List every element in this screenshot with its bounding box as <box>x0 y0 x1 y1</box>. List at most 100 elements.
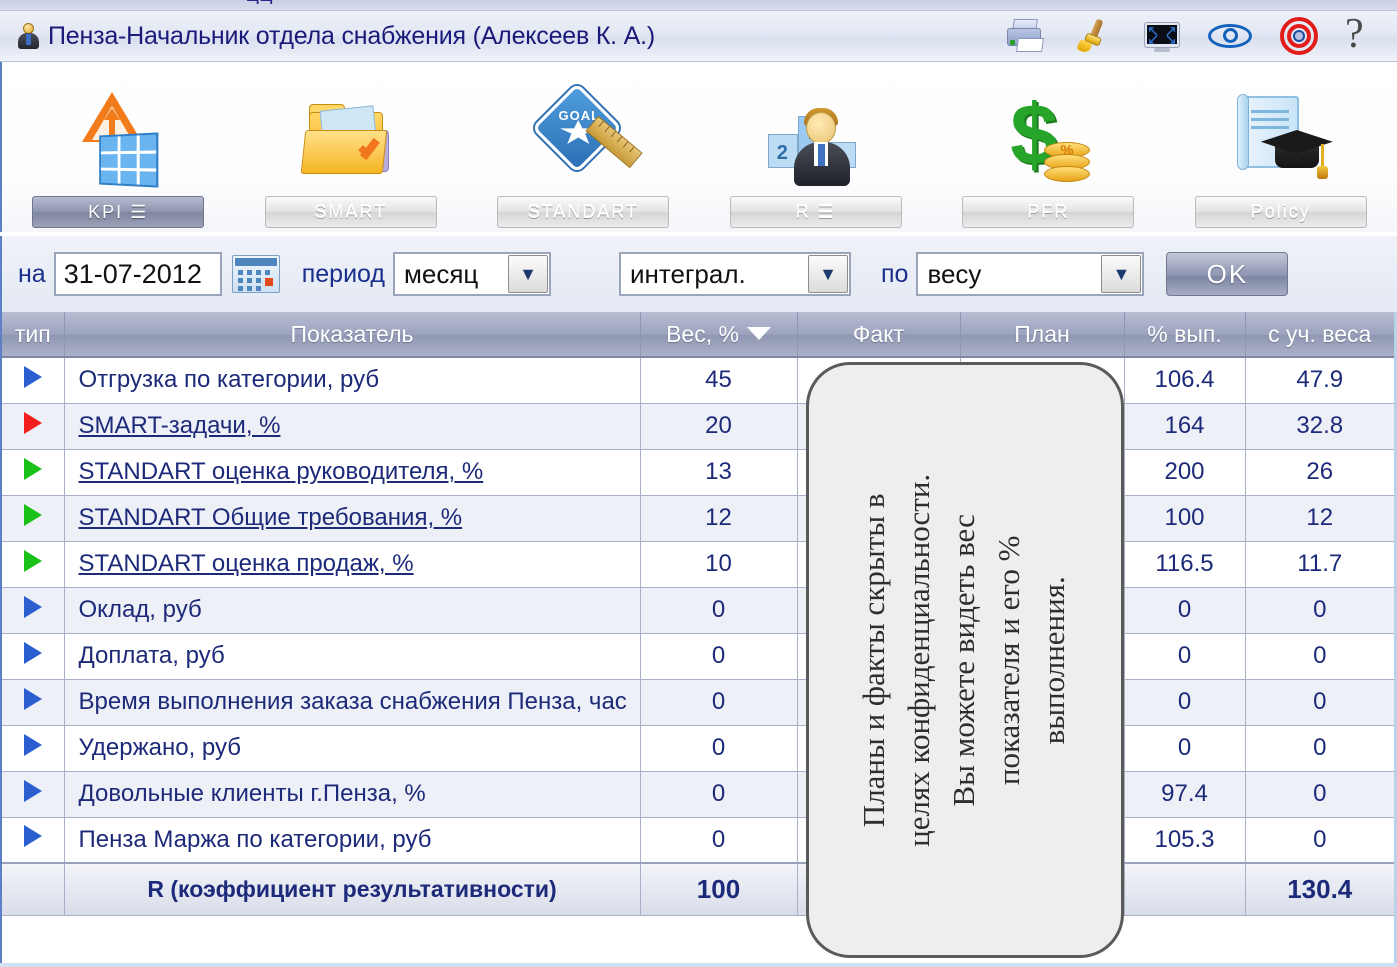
col-header-weight[interactable]: Вес, % <box>640 312 798 358</box>
nav-item-smart[interactable]: SMART <box>235 62 468 232</box>
table-row[interactable]: Довольные клиенты г.Пенза, % 0 97.4 0 <box>2 771 1394 818</box>
nav-button-standart-label[interactable]: STANDART <box>497 196 670 228</box>
sort-desc-icon <box>746 326 771 340</box>
col-header-weight-label: Вес, % <box>666 320 739 347</box>
eye-icon[interactable] <box>1207 16 1255 56</box>
nav-item-kpi[interactable]: KPI ☰ <box>2 62 235 232</box>
row-weighted: 47.9 <box>1245 357 1394 404</box>
row-indicator-name[interactable]: SMART-задачи, % <box>64 403 641 450</box>
table-row[interactable]: Отгрузка по категории, руб 45 106.4 47.9 <box>2 357 1394 404</box>
filter-bar: на 31-07-2012 период месяц ▼ интеграл. ▼… <box>0 236 1397 312</box>
row-type-marker[interactable] <box>2 679 65 726</box>
row-indicator-name[interactable]: STANDART оценка руководителя, % <box>64 449 641 496</box>
table-row[interactable]: Доплата, руб 0 0 0 <box>2 633 1394 680</box>
calendar-icon[interactable] <box>231 255 280 293</box>
title-bar-toolbar: ↖ ↗ ↙ ↘ ? <box>1003 13 1397 56</box>
row-indicator-name[interactable]: STANDART Общие требования, % <box>64 495 641 542</box>
row-weighted: 0 <box>1245 725 1394 772</box>
triangle-green-icon <box>23 503 42 526</box>
row-type-marker[interactable] <box>2 633 65 680</box>
row-weighted: 0 <box>1245 817 1394 864</box>
col-header-fact[interactable]: Факт <box>797 312 961 358</box>
table-header-row: тип Показатель Вес, % Факт План % вып. с… <box>2 312 1394 358</box>
fullscreen-icon[interactable]: ↖ ↗ ↙ ↘ <box>1139 16 1185 56</box>
chevron-down-icon[interactable]: ▼ <box>807 255 848 293</box>
period-select[interactable]: месяц ▼ <box>392 252 551 296</box>
table-row[interactable]: Время выполнения заказа снабжения Пенза,… <box>2 679 1394 726</box>
kpi-table: тип Показатель Вес, % Факт План % вып. с… <box>2 312 1394 916</box>
row-weight: 0 <box>640 679 798 726</box>
row-weight: 45 <box>640 357 798 404</box>
row-type-marker[interactable] <box>2 587 65 634</box>
row-weight: 0 <box>640 817 798 864</box>
print-icon[interactable] <box>1003 16 1049 56</box>
row-weight: 13 <box>640 449 798 496</box>
row-type-marker[interactable] <box>2 725 65 772</box>
clipped-top-strip: щщ <box>0 0 1397 10</box>
row-type-marker[interactable] <box>2 541 65 588</box>
chevron-down-icon[interactable]: ▼ <box>507 255 548 293</box>
row-type-marker[interactable] <box>2 495 65 542</box>
col-header-pct[interactable]: % вып. <box>1124 312 1246 358</box>
nav-button-smart-label[interactable]: SMART <box>264 196 437 228</box>
row-type-marker[interactable] <box>2 771 65 818</box>
brush-icon[interactable] <box>1071 16 1117 56</box>
row-indicator-name: Удержано, руб <box>64 725 641 772</box>
period-select-value: месяц <box>403 258 479 289</box>
aggregation-select[interactable]: интеграл. ▼ <box>618 252 851 296</box>
by-label: по <box>880 259 909 288</box>
sort-by-select[interactable]: весу ▼ <box>916 252 1145 296</box>
table-body: Отгрузка по категории, руб 45 106.4 47.9 SMA… <box>2 357 1394 916</box>
table-row[interactable]: STANDART оценка руководителя, % 13 200 26 <box>2 449 1394 496</box>
col-header-plan[interactable]: План <box>960 312 1125 358</box>
triangle-blue-icon <box>23 365 42 388</box>
col-header-type[interactable]: тип <box>2 312 65 358</box>
date-input[interactable]: 31-07-2012 <box>53 252 222 296</box>
row-weighted: 12 <box>1245 495 1394 542</box>
row-indicator-name[interactable]: STANDART оценка продаж, % <box>64 541 641 588</box>
triangle-blue-icon <box>23 641 42 664</box>
ok-button[interactable]: OK <box>1166 252 1289 296</box>
row-type-marker[interactable] <box>2 357 65 404</box>
row-weight: 0 <box>640 725 798 772</box>
nav-button-pfr-label[interactable]: PFR <box>962 196 1135 228</box>
scroll-graduation-cap-icon <box>1221 86 1341 194</box>
footer-pct <box>1124 862 1246 916</box>
row-pct: 105.3 <box>1124 817 1246 864</box>
table-row[interactable]: STANDART Общие требования, % 12 100 12 <box>2 495 1394 542</box>
triangle-blue-icon <box>23 733 42 756</box>
date-label: на <box>18 259 46 288</box>
chevron-down-icon[interactable]: ▼ <box>1101 255 1142 293</box>
nav-button-policy-label[interactable]: Policy <box>1194 196 1367 228</box>
table-footer-row: R (коэффициент результативности) 100 130.4 <box>2 862 1394 916</box>
table-row[interactable]: Пенза Маржа по категории, руб 0 105.3 0 <box>2 817 1394 864</box>
nav-button-kpi-label[interactable]: KPI ☰ <box>32 196 205 228</box>
row-type-marker[interactable] <box>2 817 65 864</box>
row-weighted: 32.8 <box>1245 403 1394 450</box>
nav-item-r[interactable]: 2 1 R ☰ <box>700 62 933 232</box>
nav-button-r-label[interactable]: R ☰ <box>729 196 902 228</box>
table-row[interactable]: STANDART оценка продаж, % 10 116.5 11.7 <box>2 541 1394 588</box>
help-icon[interactable]: ? <box>1345 13 1375 56</box>
row-pct: 97.4 <box>1124 771 1246 818</box>
row-pct: 0 <box>1124 633 1246 680</box>
title-bar: Пенза-Начальник отдела снабжения (Алексе… <box>0 10 1397 62</box>
target-icon[interactable] <box>1277 16 1323 56</box>
table-row[interactable]: SMART-задачи, % 20 164 32.8 <box>2 403 1394 450</box>
row-pct: 0 <box>1124 587 1246 634</box>
col-header-weighted[interactable]: с уч. веса <box>1245 312 1394 358</box>
row-type-marker[interactable] <box>2 403 65 450</box>
table-row[interactable]: Удержано, руб 0 0 0 <box>2 725 1394 772</box>
nav-item-pfr[interactable]: $ % PFR <box>932 62 1165 232</box>
row-pct: 100 <box>1124 495 1246 542</box>
row-indicator-name: Оклад, руб <box>64 587 641 634</box>
row-weight: 0 <box>640 633 798 680</box>
row-pct: 0 <box>1124 725 1246 772</box>
confidentiality-callout-text: Планы и факты скрыты в целях конфиденциал… <box>856 473 1072 847</box>
nav-item-standart[interactable]: GOAL STANDART <box>467 62 700 232</box>
triangle-blue-icon <box>23 825 42 848</box>
nav-item-policy[interactable]: Policy <box>1165 62 1397 232</box>
row-type-marker[interactable] <box>2 449 65 496</box>
table-row[interactable]: Оклад, руб 0 0 0 <box>2 587 1394 634</box>
col-header-indicator[interactable]: Показатель <box>64 312 641 358</box>
